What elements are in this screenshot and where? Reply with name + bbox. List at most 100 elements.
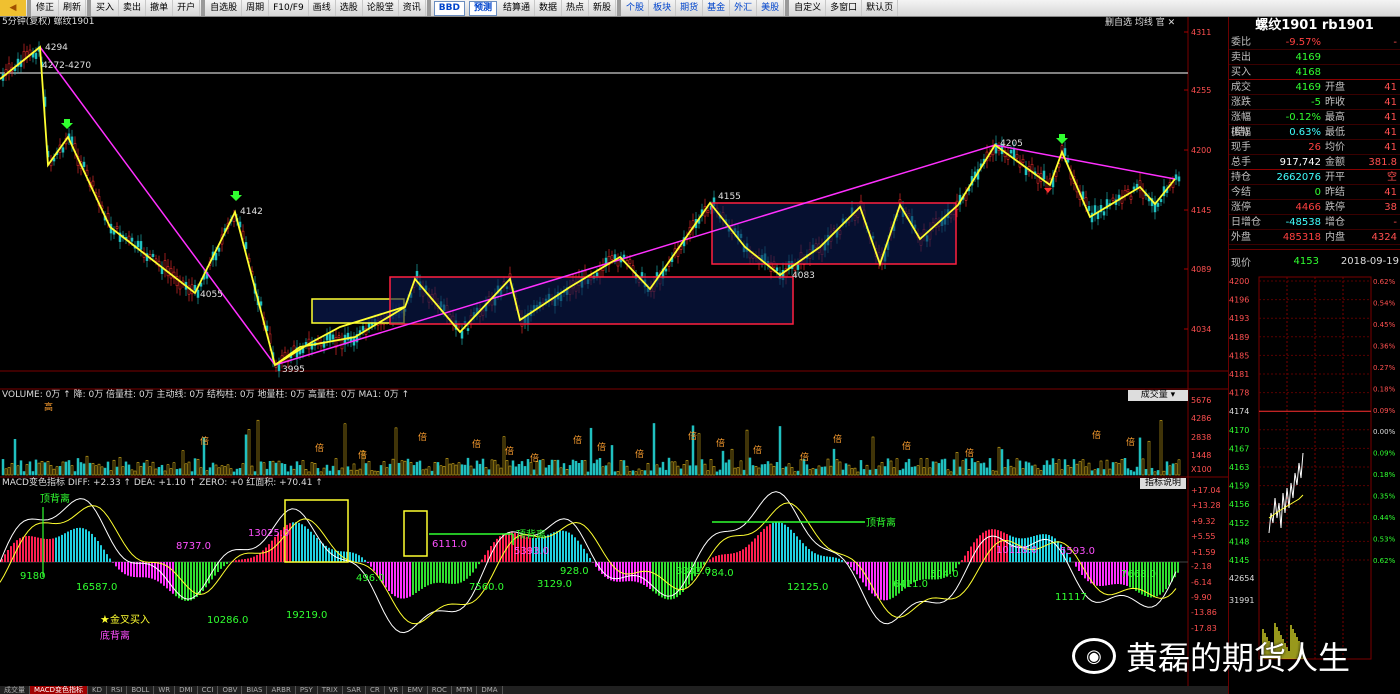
toolbar-item-4[interactable]: 撤单	[146, 0, 174, 16]
volume-bar	[280, 463, 284, 476]
toolbar-item-27[interactable]: 默认页	[862, 0, 899, 16]
indicator-tab-18[interactable]: MTM	[452, 686, 478, 694]
official-button[interactable]: 官	[1156, 18, 1165, 28]
indicator-help-button[interactable]: 指标说明	[1140, 478, 1186, 489]
indicator-tab-7[interactable]: CCI	[198, 686, 219, 694]
toolbar-item-18[interactable]: 新股	[589, 0, 617, 16]
volume-bar	[706, 470, 710, 476]
volume-bar	[850, 468, 854, 476]
indicator-tab-15[interactable]: VR	[385, 686, 404, 694]
volume-bar	[223, 466, 227, 476]
toolbar-item-23[interactable]: 外汇	[730, 0, 758, 16]
volume-bar	[868, 469, 872, 476]
toolbar-item-25[interactable]: 自定义	[790, 0, 827, 16]
toolbar-item-8[interactable]: F10/F9	[269, 0, 309, 16]
indicator-tab-11[interactable]: PSY	[296, 686, 318, 694]
kline-chart[interactable]: 4311 4255 4200 4145 4089 4034 4294 4272-4270 414…	[0, 17, 1228, 694]
toolbar-item-12[interactable]: 资讯	[399, 0, 426, 16]
macd-number: 3129.0	[537, 579, 572, 590]
toolbar-item-0[interactable]: 修正	[32, 0, 60, 16]
chart-top-buttons[interactable]: 删自选 均线 官 ✕	[1105, 18, 1175, 29]
volume-bar	[118, 457, 122, 476]
volume-bar	[394, 427, 398, 476]
volume-bar	[766, 461, 770, 476]
toolbar-item-15[interactable]: 结算通	[499, 0, 535, 16]
indicator-tab-5[interactable]: WR	[154, 686, 176, 694]
volume-bar	[376, 471, 380, 476]
toolbar-item-7[interactable]: 周期	[242, 0, 270, 16]
volume-tag: 倍	[1092, 429, 1101, 441]
indicator-tab-1[interactable]: MACD变色指标	[30, 686, 88, 694]
toolbar-item-21[interactable]: 期货	[676, 0, 704, 16]
volume-bar	[511, 460, 515, 476]
toolbar-item-6[interactable]: 自选股	[206, 0, 243, 16]
quote-label: 卖出	[1231, 52, 1251, 63]
close-icon[interactable]: ✕	[1168, 18, 1176, 28]
volume-bar	[1135, 466, 1139, 476]
toolbar-item-17[interactable]: 热点	[562, 0, 590, 16]
volume-bar	[1012, 467, 1016, 476]
macd-tick-label: +1.59	[1191, 548, 1216, 557]
toolbar-item-3[interactable]: 卖出	[119, 0, 147, 16]
toolbar-item-10[interactable]: 选股	[336, 0, 363, 16]
toolbar-item-11[interactable]: 论股堂	[363, 0, 399, 16]
toolbar-item-24[interactable]: 美股	[757, 0, 785, 16]
volume-bar	[1144, 469, 1148, 476]
indicator-tab-19[interactable]: DMA	[477, 686, 503, 694]
indicator-tab-2[interactable]: KD	[88, 686, 107, 694]
volume-bar	[247, 429, 251, 476]
toolbar-item-22[interactable]: 基金	[703, 0, 731, 16]
indicator-tab-6[interactable]: DMI	[175, 686, 198, 694]
volume-bar	[826, 458, 830, 476]
indicator-tab-16[interactable]: EMV	[403, 686, 428, 694]
quote-label-2: 金额	[1325, 157, 1345, 168]
volume-bar	[1027, 462, 1031, 476]
delete-favorite-button[interactable]: 删自选	[1105, 18, 1132, 28]
back-arrow-icon[interactable]: ◀	[0, 0, 26, 16]
volume-bar	[451, 463, 455, 476]
mini-price-label: 4196	[1229, 296, 1249, 305]
toolbar-item-2[interactable]: 买入	[92, 0, 120, 16]
volume-bar	[64, 461, 68, 476]
candle-body	[1132, 186, 1136, 190]
toolbar-item-1[interactable]: 刷新	[59, 0, 87, 16]
volume-bar	[31, 471, 35, 476]
indicator-tab-9[interactable]: BIAS	[242, 686, 268, 694]
quote-row: 委比 -9.57% -	[1229, 35, 1400, 50]
ma-button[interactable]: 均线	[1135, 18, 1153, 28]
indicator-tab-10[interactable]: ARBR	[267, 686, 296, 694]
indicator-tab-0[interactable]: 成交量	[0, 686, 30, 694]
volume-bar	[283, 463, 287, 476]
volume-bar	[289, 465, 293, 476]
volume-bar	[856, 471, 860, 476]
toolbar-item-20[interactable]: 板块	[649, 0, 677, 16]
volume-dropdown[interactable]: 成交量 ▾	[1128, 390, 1188, 401]
candle-body	[196, 289, 200, 298]
quote-label-2: 昨结	[1325, 187, 1345, 198]
toolbar-item-16[interactable]: 数据	[535, 0, 563, 16]
toolbar-item-9[interactable]: 画线	[309, 0, 336, 16]
volume-tag: 倍	[965, 447, 974, 459]
toolbar-item-13[interactable]: BBD	[433, 0, 465, 16]
volume-bar	[571, 459, 575, 476]
indicator-tab-13[interactable]: SAR	[343, 686, 366, 694]
indicator-tab-17[interactable]: ROC	[428, 686, 452, 694]
indicator-tab-14[interactable]: CR	[366, 686, 385, 694]
volume-bar	[607, 462, 611, 476]
volume-bar	[1147, 440, 1151, 476]
quote-value-2	[1357, 65, 1397, 79]
mini-price-label: 4189	[1229, 333, 1249, 342]
toolbar-item-5[interactable]: 开户	[173, 0, 201, 16]
indicator-tab-4[interactable]: BOLL	[127, 686, 155, 694]
candle-body	[610, 255, 614, 260]
toolbar-item-19[interactable]: 个股	[622, 0, 650, 16]
indicator-tab-12[interactable]: TRIX	[318, 686, 343, 694]
mini-pct-label: 0.18%	[1373, 385, 1396, 393]
indicator-tab-3[interactable]: RSI	[107, 686, 128, 694]
volume-bar	[79, 462, 83, 476]
toolbar-item-14[interactable]: 预测	[468, 0, 497, 16]
indicator-tab-8[interactable]: OBV	[218, 686, 243, 694]
toolbar-item-26[interactable]: 多窗口	[826, 0, 863, 16]
volume-bar	[478, 463, 482, 476]
candle-body	[1177, 176, 1181, 182]
